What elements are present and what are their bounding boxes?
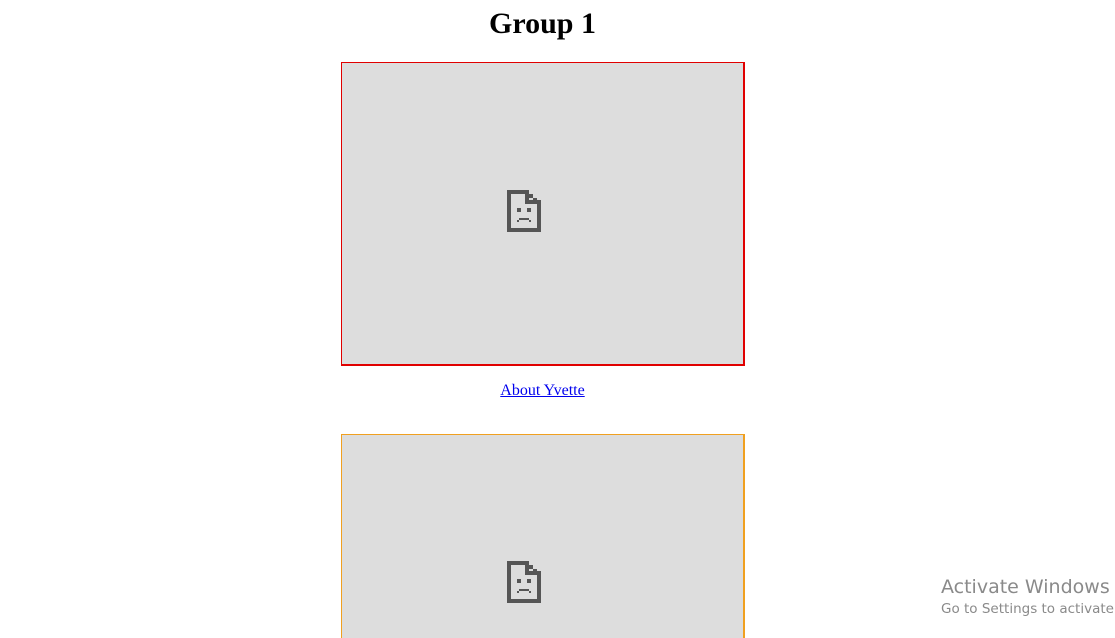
embedded-frame-1[interactable] [341,62,745,366]
watermark-title: Activate Windows [941,576,1110,598]
page-title: Group 1 [489,7,596,40]
windows-activation-watermark: Activate Windows Go to Settings to activ… [941,576,1115,619]
watermark-subtitle: Go to Settings to activate W [941,601,1115,617]
about-yvette-link[interactable]: About Yvette [500,382,584,399]
sad-page-icon [507,190,541,232]
embedded-frame-2[interactable] [341,434,745,638]
about-link-container: About Yvette [0,381,1085,401]
sad-page-icon [507,561,541,603]
